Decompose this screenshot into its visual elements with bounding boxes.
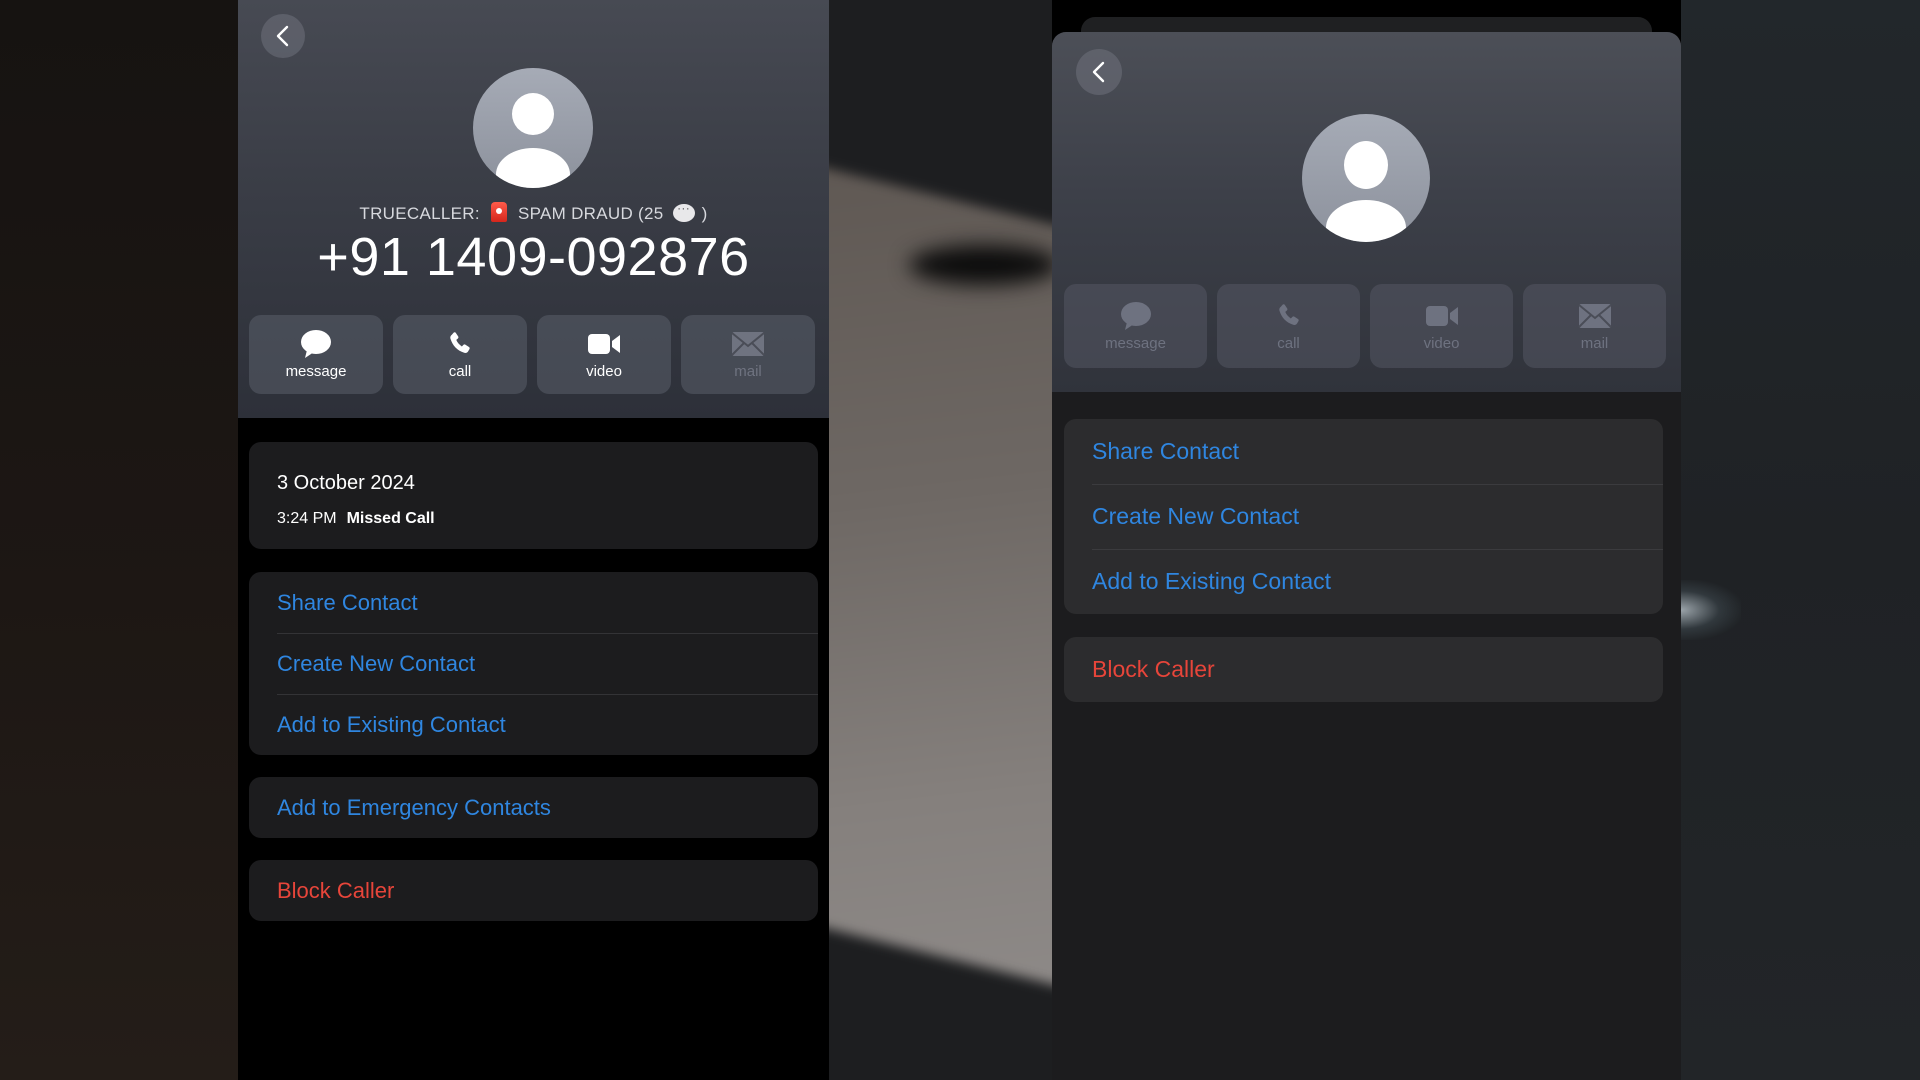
call-status: Missed Call (346, 510, 435, 527)
contact-header: TRUECALLER: SPAM DRAUD (25 ) +91 1409-09… (238, 0, 829, 418)
video-camera-icon (588, 334, 620, 354)
caller-id-label: TRUECALLER: SPAM DRAUD (25 ) (238, 201, 829, 224)
message-bubble-icon (1120, 301, 1151, 330)
phone-number: +91 1409-092876 (317, 227, 750, 287)
phone-icon (450, 332, 470, 353)
video-button-label: video (1423, 334, 1460, 352)
call-time: 3:24 PM (277, 510, 337, 527)
contact-avatar (473, 68, 593, 188)
create-new-contact-button[interactable]: Create New Contact (1064, 484, 1663, 549)
call-button[interactable]: call (393, 315, 527, 394)
call-history-card: 3 October 2024 3:24 PM Missed Call (249, 442, 818, 549)
blurred-logo (909, 245, 1052, 285)
video-button[interactable]: video (1370, 284, 1513, 368)
contact-avatar (1302, 114, 1430, 242)
caller-id-prefix: TRUECALLER: (359, 204, 480, 223)
share-contact-button[interactable]: Share Contact (249, 572, 818, 633)
chevron-left-icon (276, 25, 289, 47)
left-phone-screen: TRUECALLER: SPAM DRAUD (25 ) +91 1409-09… (238, 0, 829, 1080)
contact-header: message call video mail (1052, 32, 1681, 392)
background-blurred-phone (829, 0, 1052, 1080)
call-button-label: call (1277, 334, 1300, 352)
envelope-icon (731, 332, 765, 356)
create-new-contact-button[interactable]: Create New Contact (249, 633, 818, 694)
back-button[interactable] (1076, 49, 1122, 95)
message-button[interactable]: message (1064, 284, 1207, 368)
video-button-label: video (586, 363, 622, 380)
caller-id-suffix: ) (701, 204, 708, 223)
share-contact-button[interactable]: Share Contact (1064, 419, 1663, 484)
mail-button[interactable]: mail (681, 315, 815, 394)
block-group: Block Caller (249, 860, 818, 921)
block-group: Block Caller (1064, 637, 1663, 702)
envelope-icon (1577, 303, 1612, 328)
add-to-existing-contact-button[interactable]: Add to Existing Contact (249, 694, 818, 755)
message-button-label: message (1105, 334, 1166, 352)
mail-button-label: mail (1580, 334, 1609, 352)
add-to-existing-contact-button[interactable]: Add to Existing Contact (1064, 549, 1663, 614)
video-camera-icon (1425, 305, 1458, 326)
call-detail: 3:24 PM Missed Call (277, 510, 435, 528)
light-glint (1681, 580, 1741, 640)
background-left (0, 0, 238, 1080)
mail-button-label: mail (734, 363, 762, 380)
contact-sheet: message call video mail Share Contact Cr… (1052, 32, 1681, 1080)
blurred-phone-shape (829, 158, 1052, 1002)
person-placeholder-icon (512, 93, 554, 135)
siren-emoji-icon (490, 202, 507, 222)
person-placeholder-icon (1344, 141, 1388, 189)
quick-actions: message call video mail (249, 315, 815, 394)
block-caller-button[interactable]: Block Caller (1064, 637, 1663, 702)
person-body-shape (1326, 200, 1406, 242)
message-button[interactable]: message (249, 315, 383, 394)
call-button-label: call (448, 363, 472, 380)
message-button-label: message (285, 363, 347, 380)
contact-options-group: Share Contact Create New Contact Add to … (249, 572, 818, 755)
caller-id-spam-label: SPAM DRAUD (25 (517, 204, 664, 223)
chevron-left-icon (1092, 61, 1105, 83)
emergency-group: Add to Emergency Contacts (249, 777, 818, 838)
call-date: 3 October 2024 (277, 472, 415, 494)
block-caller-button[interactable]: Block Caller (249, 860, 818, 921)
back-button[interactable] (261, 14, 305, 58)
quick-actions: message call video mail (1064, 284, 1666, 368)
mail-button[interactable]: mail (1523, 284, 1666, 368)
video-button[interactable]: video (537, 315, 671, 394)
call-button[interactable]: call (1217, 284, 1360, 368)
contact-options-group: Share Contact Create New Contact Add to … (1064, 419, 1663, 614)
add-to-emergency-contacts-button[interactable]: Add to Emergency Contacts (249, 777, 818, 838)
background-right (1681, 0, 1920, 1080)
right-phone-screen: message call video mail Share Contact Cr… (1052, 0, 1681, 1080)
phone-icon (1278, 303, 1299, 325)
speech-bubble-emoji-icon (672, 201, 695, 222)
message-bubble-icon (301, 330, 331, 358)
person-body-shape (496, 148, 570, 188)
